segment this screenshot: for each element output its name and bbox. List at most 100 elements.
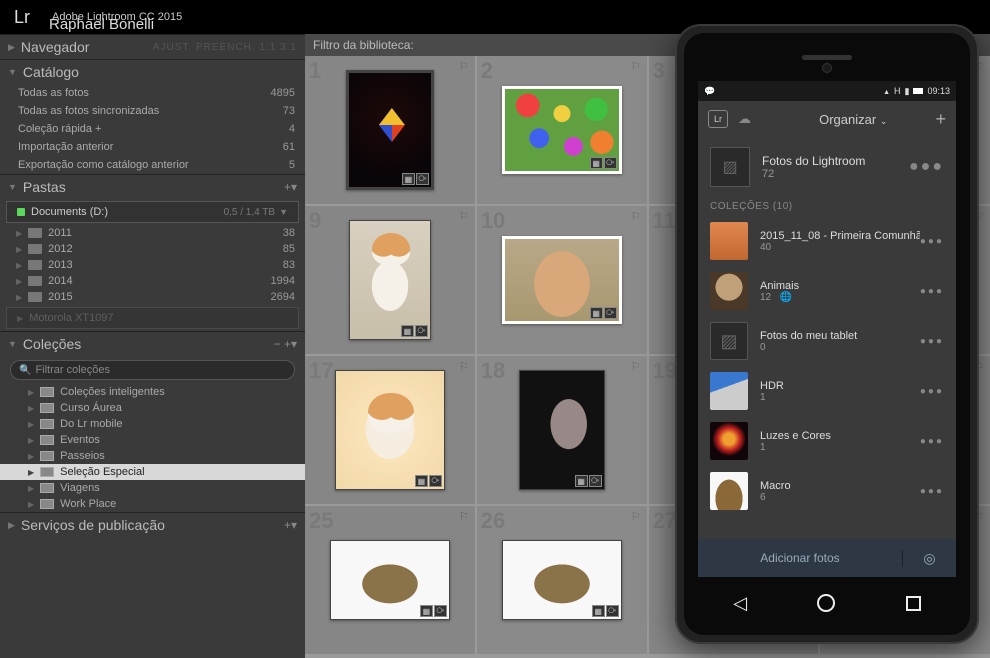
collection-item[interactable]: ▶Curso Áurea: [0, 400, 305, 416]
catalog-item[interactable]: Todas as fotos4895: [0, 84, 305, 102]
catalog-item[interactable]: Exportação como catálogo anterior5: [0, 156, 305, 174]
collection-item[interactable]: ▶Work Place: [0, 496, 305, 512]
chevron-right-icon: ▶: [16, 245, 22, 254]
thumbnail[interactable]: ▦⧂: [519, 370, 605, 490]
collection-name: Curso Áurea: [60, 402, 122, 414]
grid-cell[interactable]: 18 ⚐ ▦⧂: [477, 356, 647, 504]
collections-buttons[interactable]: − +▾: [274, 337, 297, 351]
mobile-collection-row[interactable]: 2015_11_08 - Primeira Comunhão Maria... …: [698, 216, 956, 266]
grid-cell[interactable]: 17 ⚐ ▦⧂: [305, 356, 475, 504]
mobile-collection-row[interactable]: ▨ Fotos do meu tablet 0 ●●●: [698, 316, 956, 366]
add-photos-button[interactable]: Adicionar fotos: [698, 551, 902, 565]
thumbnail[interactable]: ▦⧂: [502, 236, 622, 324]
chevron-down-icon[interactable]: ▼: [279, 207, 288, 217]
add-folder-icon[interactable]: +▾: [284, 180, 297, 194]
collection-item[interactable]: ▶Eventos: [0, 432, 305, 448]
thumb-badges: ▦⧂: [401, 325, 428, 337]
flag-icon[interactable]: ⚐: [631, 360, 641, 373]
mobile-collection-name: 2015_11_08 - Primeira Comunhão Maria...: [760, 230, 920, 242]
flag-icon[interactable]: ⚐: [459, 510, 469, 523]
collection-item[interactable]: ▶Viagens: [0, 480, 305, 496]
add-publish-icon[interactable]: +▾: [284, 518, 297, 532]
more-icon[interactable]: ●●●: [920, 286, 944, 297]
cell-number: 3: [653, 58, 665, 84]
mobile-collection-row[interactable]: Animais 12 🌐 ●●●: [698, 266, 956, 316]
mobile-all-photos-row[interactable]: ▨ Fotos do Lightroom 72 ●●●: [698, 137, 956, 197]
thumbnail[interactable]: ▦⧂: [335, 370, 445, 490]
grid-cell[interactable]: 2 ⚐ ▦⧂: [477, 56, 647, 204]
cloud-icon[interactable]: ☁: [738, 111, 751, 127]
thumbnail[interactable]: ▦⧂: [346, 70, 434, 190]
more-icon[interactable]: ●●●: [920, 336, 944, 347]
thumbnail[interactable]: ▦⧂: [502, 540, 622, 620]
more-icon[interactable]: ●●●: [909, 158, 944, 176]
camera-button[interactable]: ◎: [902, 550, 956, 567]
drive-row[interactable]: Documents (D:) 0,5 / 1,4 TB ▼: [6, 201, 299, 223]
panel-navigator-header[interactable]: ▶ Navegador AJUST. PREENCH. 1:1 3:1: [0, 35, 305, 59]
add-button[interactable]: +: [935, 109, 946, 130]
filter-collections-input[interactable]: 🔍 Filtrar coleções: [10, 360, 295, 380]
collection-item[interactable]: ▶Coleções inteligentes: [0, 384, 305, 400]
cell-number: 17: [309, 358, 333, 384]
catalog-item[interactable]: Importação anterior61: [0, 138, 305, 156]
catalog-item[interactable]: Coleção rápida +4: [0, 120, 305, 138]
mobile-collection-name: Luzes e Cores: [760, 430, 920, 442]
folder-item[interactable]: ▶201285: [0, 241, 305, 257]
navigator-zoom-options[interactable]: AJUST. PREENCH. 1:1 3:1: [153, 42, 297, 53]
panel-folders-header[interactable]: ▼ Pastas +▾: [0, 175, 305, 199]
back-button[interactable]: ◁: [733, 593, 747, 614]
flag-icon[interactable]: ⚐: [459, 360, 469, 373]
folder-item[interactable]: ▶20141994: [0, 273, 305, 289]
catalog-item-count: 5: [289, 159, 295, 171]
recent-button[interactable]: [906, 596, 921, 611]
more-icon[interactable]: ●●●: [920, 436, 944, 447]
mobile-title-dropdown[interactable]: Organizar ⌄: [771, 112, 935, 127]
collection-thumb: [710, 222, 748, 260]
collection-thumb: [710, 472, 748, 510]
grid-cell[interactable]: 1 ⚐ ▦⧂: [305, 56, 475, 204]
panel-collections-header[interactable]: ▼ Coleções − +▾: [0, 332, 305, 356]
flag-icon[interactable]: ⚐: [459, 210, 469, 223]
mobile-collection-row[interactable]: Luzes e Cores 1 ●●●: [698, 416, 956, 466]
more-icon[interactable]: ●●●: [920, 236, 944, 247]
thumbnail[interactable]: ▦⧂: [330, 540, 450, 620]
flag-icon[interactable]: ⚐: [631, 210, 641, 223]
catalog-item-name: Exportação como catálogo anterior: [18, 159, 289, 171]
placeholder-thumb-icon: ▨: [710, 147, 750, 187]
clock: 09:13: [927, 86, 950, 96]
grid-cell[interactable]: 26 ⚐ ▦⧂: [477, 506, 647, 654]
collection-item[interactable]: ▶Passeios: [0, 448, 305, 464]
thumbnail[interactable]: ▦⧂: [349, 220, 431, 340]
device-row[interactable]: ▶ Motorola XT1097: [6, 307, 299, 329]
panel-catalog-header[interactable]: ▼ Catálogo: [0, 60, 305, 84]
collection-item[interactable]: ▶Do Lr mobile: [0, 416, 305, 432]
grid-cell[interactable]: 9 ⚐ ▦⧂: [305, 206, 475, 354]
mobile-collection-row[interactable]: Macro 6 ●●●: [698, 466, 956, 516]
phone-camera: [822, 63, 832, 73]
catalog-item[interactable]: Todas as fotos sincronizadas73: [0, 102, 305, 120]
panel-navigator-title: Navegador: [21, 39, 153, 55]
collection-item[interactable]: ▶Seleção Especial: [0, 464, 305, 480]
folder-item[interactable]: ▶201138: [0, 225, 305, 241]
home-button[interactable]: [817, 594, 835, 612]
folder-item[interactable]: ▶201383: [0, 257, 305, 273]
cell-number: 1: [309, 58, 321, 84]
mobile-collection-count: 0: [760, 342, 920, 353]
folder-item[interactable]: ▶20152694: [0, 289, 305, 305]
flag-icon[interactable]: ⚐: [631, 510, 641, 523]
flag-icon[interactable]: ⚐: [631, 60, 641, 73]
grid-cell[interactable]: 10 ⚐ ▦⧂: [477, 206, 647, 354]
more-icon[interactable]: ●●●: [920, 486, 944, 497]
folder-name: 2015: [48, 291, 270, 303]
lr-logo-icon[interactable]: Lr: [708, 110, 728, 128]
grid-cell[interactable]: 25 ⚐ ▦⧂: [305, 506, 475, 654]
more-icon[interactable]: ●●●: [920, 386, 944, 397]
mobile-collection-row[interactable]: HDR 1 ●●●: [698, 366, 956, 416]
wifi-icon: [883, 86, 890, 96]
collection-thumb: [710, 372, 748, 410]
thumbnail[interactable]: ▦⧂: [502, 86, 622, 174]
chevron-right-icon: ▶: [8, 42, 15, 53]
panel-publish-header[interactable]: ▶ Serviços de publicação +▾: [0, 513, 305, 537]
flag-icon[interactable]: ⚐: [459, 60, 469, 73]
chevron-down-icon: ⌄: [880, 116, 888, 126]
